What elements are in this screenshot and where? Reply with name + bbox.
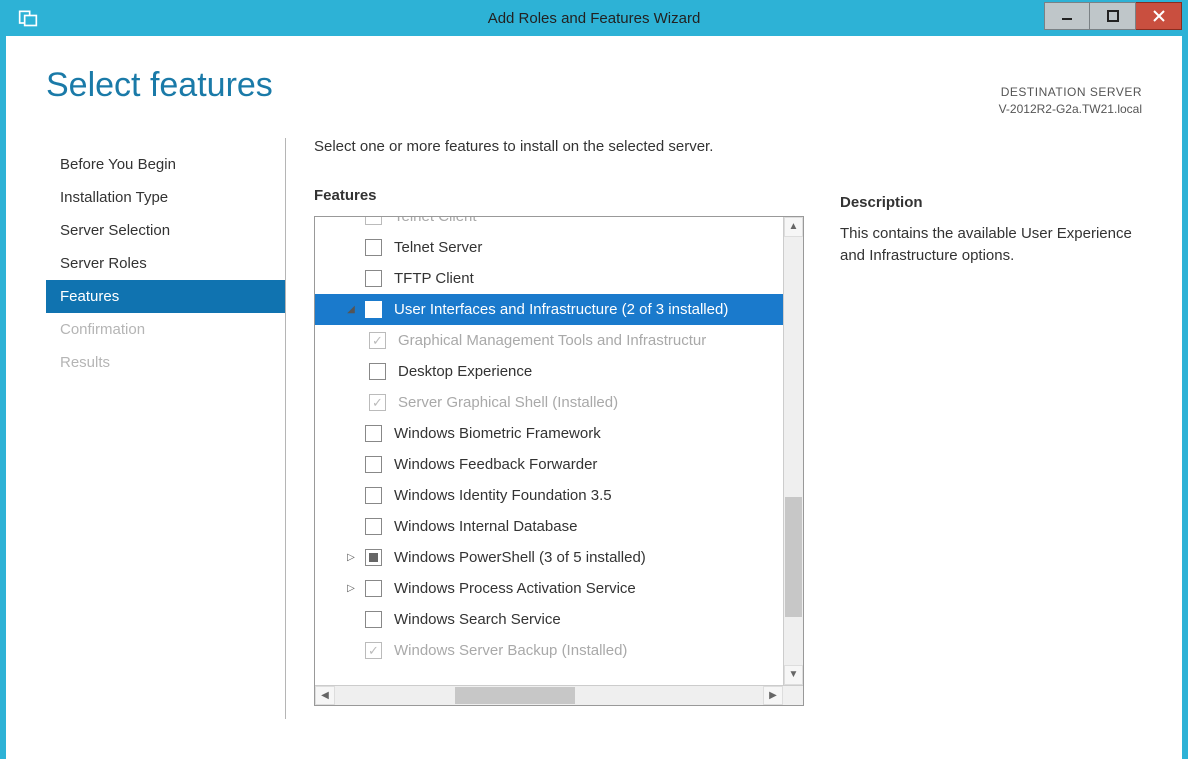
scroll-up-icon[interactable]: ▲ bbox=[784, 217, 803, 237]
destination-value: V-2012R2-G2a.TW21.local bbox=[999, 101, 1142, 118]
nav-item-server-selection[interactable]: Server Selection bbox=[46, 214, 285, 247]
features-tree: Telnet Client Telnet Server TFTP Client ◢ Us… bbox=[314, 216, 804, 706]
nav-item-server-roles[interactable]: Server Roles bbox=[46, 247, 285, 280]
tree-item[interactable]: Telnet Client bbox=[315, 217, 783, 232]
vertical-scrollbar[interactable]: ▲ ▼ bbox=[783, 217, 803, 685]
checkbox[interactable] bbox=[369, 332, 386, 349]
checkbox[interactable] bbox=[365, 518, 382, 535]
destination-label: DESTINATION SERVER bbox=[999, 84, 1142, 101]
tree-item[interactable]: TFTP Client bbox=[315, 263, 783, 294]
wizard-nav: Before You BeginInstallation TypeServer … bbox=[46, 138, 286, 719]
instruction-text: Select one or more features to install o… bbox=[314, 138, 804, 155]
tree-item[interactable]: Graphical Management Tools and Infrastru… bbox=[315, 325, 783, 356]
nav-item-features[interactable]: Features bbox=[46, 280, 285, 313]
tree-item-label: Windows Biometric Framework bbox=[394, 425, 601, 442]
nav-item-results: Results bbox=[46, 346, 285, 379]
tree-item-label: Desktop Experience bbox=[398, 363, 532, 380]
checkbox[interactable] bbox=[365, 217, 382, 225]
tree-item-label: Windows Process Activation Service bbox=[394, 580, 636, 597]
close-button[interactable] bbox=[1136, 2, 1182, 30]
scroll-right-icon[interactable]: ▶ bbox=[763, 686, 783, 705]
tree-item[interactable]: Windows Feedback Forwarder bbox=[315, 449, 783, 480]
tree-item[interactable]: Windows Internal Database bbox=[315, 511, 783, 542]
tree-body: Telnet Client Telnet Server TFTP Client ◢ Us… bbox=[315, 217, 783, 685]
tree-item-label: Telnet Client bbox=[394, 217, 477, 225]
titlebar[interactable]: Add Roles and Features Wizard bbox=[6, 0, 1182, 36]
page-title: Select features bbox=[46, 66, 273, 105]
nav-item-confirmation: Confirmation bbox=[46, 313, 285, 346]
tree-item-label: Windows Search Service bbox=[394, 611, 561, 628]
nav-item-before-you-begin[interactable]: Before You Begin bbox=[46, 148, 285, 181]
expand-icon[interactable]: ▷ bbox=[343, 583, 359, 594]
tree-item[interactable]: Windows Identity Foundation 3.5 bbox=[315, 480, 783, 511]
checkbox[interactable] bbox=[365, 549, 382, 566]
checkbox[interactable] bbox=[365, 611, 382, 628]
destination-server: DESTINATION SERVER V-2012R2-G2a.TW21.loc… bbox=[999, 84, 1142, 118]
features-heading: Features bbox=[314, 187, 804, 204]
checkbox[interactable] bbox=[365, 642, 382, 659]
tree-item-label: Windows PowerShell (3 of 5 installed) bbox=[394, 549, 646, 566]
tree-item[interactable]: Windows Biometric Framework bbox=[315, 418, 783, 449]
horizontal-scrollbar[interactable]: ◀ ▶ bbox=[315, 685, 803, 705]
hscroll-thumb[interactable] bbox=[455, 687, 575, 704]
collapse-icon[interactable]: ◢ bbox=[343, 304, 359, 315]
tree-item-label: Windows Feedback Forwarder bbox=[394, 456, 597, 473]
maximize-button[interactable] bbox=[1090, 2, 1136, 30]
tree-item[interactable]: Server Graphical Shell (Installed) bbox=[315, 387, 783, 418]
checkbox[interactable] bbox=[365, 270, 382, 287]
expand-icon[interactable]: ▷ bbox=[343, 552, 359, 563]
window-controls bbox=[1044, 6, 1182, 30]
tree-item[interactable]: ▷ Windows PowerShell (3 of 5 installed) bbox=[315, 542, 783, 573]
checkbox[interactable] bbox=[365, 301, 382, 318]
description-text: This contains the available User Experie… bbox=[840, 223, 1142, 268]
tree-item[interactable]: Telnet Server bbox=[315, 232, 783, 263]
description-heading: Description bbox=[840, 194, 1142, 211]
checkbox[interactable] bbox=[365, 239, 382, 256]
scroll-left-icon[interactable]: ◀ bbox=[315, 686, 335, 705]
scroll-down-icon[interactable]: ▼ bbox=[784, 665, 803, 685]
tree-item[interactable]: Windows Search Service bbox=[315, 604, 783, 635]
checkbox[interactable] bbox=[369, 394, 386, 411]
vscroll-thumb[interactable] bbox=[785, 497, 802, 617]
nav-item-installation-type[interactable]: Installation Type bbox=[46, 181, 285, 214]
tree-item[interactable]: Windows Server Backup (Installed) bbox=[315, 635, 783, 666]
checkbox[interactable] bbox=[365, 580, 382, 597]
checkbox[interactable] bbox=[365, 456, 382, 473]
app-icon bbox=[18, 8, 38, 28]
minimize-button[interactable] bbox=[1044, 2, 1090, 30]
tree-item[interactable]: ▷ Windows Process Activation Service bbox=[315, 573, 783, 604]
checkbox[interactable] bbox=[369, 363, 386, 380]
tree-item-label: Windows Internal Database bbox=[394, 518, 577, 535]
tree-item-label: Telnet Server bbox=[394, 239, 482, 256]
tree-item-label: Windows Server Backup (Installed) bbox=[394, 642, 627, 659]
window-title: Add Roles and Features Wizard bbox=[488, 10, 701, 27]
checkbox[interactable] bbox=[365, 425, 382, 442]
checkbox[interactable] bbox=[365, 487, 382, 504]
tree-item-label: User Interfaces and Infrastructure (2 of… bbox=[394, 301, 728, 318]
tree-item-label: TFTP Client bbox=[394, 270, 474, 287]
tree-item-label: Windows Identity Foundation 3.5 bbox=[394, 487, 612, 504]
tree-item[interactable]: ◢ User Interfaces and Infrastructure (2 o… bbox=[315, 294, 783, 325]
tree-item-label: Graphical Management Tools and Infrastru… bbox=[398, 332, 706, 349]
tree-item-label: Server Graphical Shell (Installed) bbox=[398, 394, 618, 411]
tree-item[interactable]: Desktop Experience bbox=[315, 356, 783, 387]
